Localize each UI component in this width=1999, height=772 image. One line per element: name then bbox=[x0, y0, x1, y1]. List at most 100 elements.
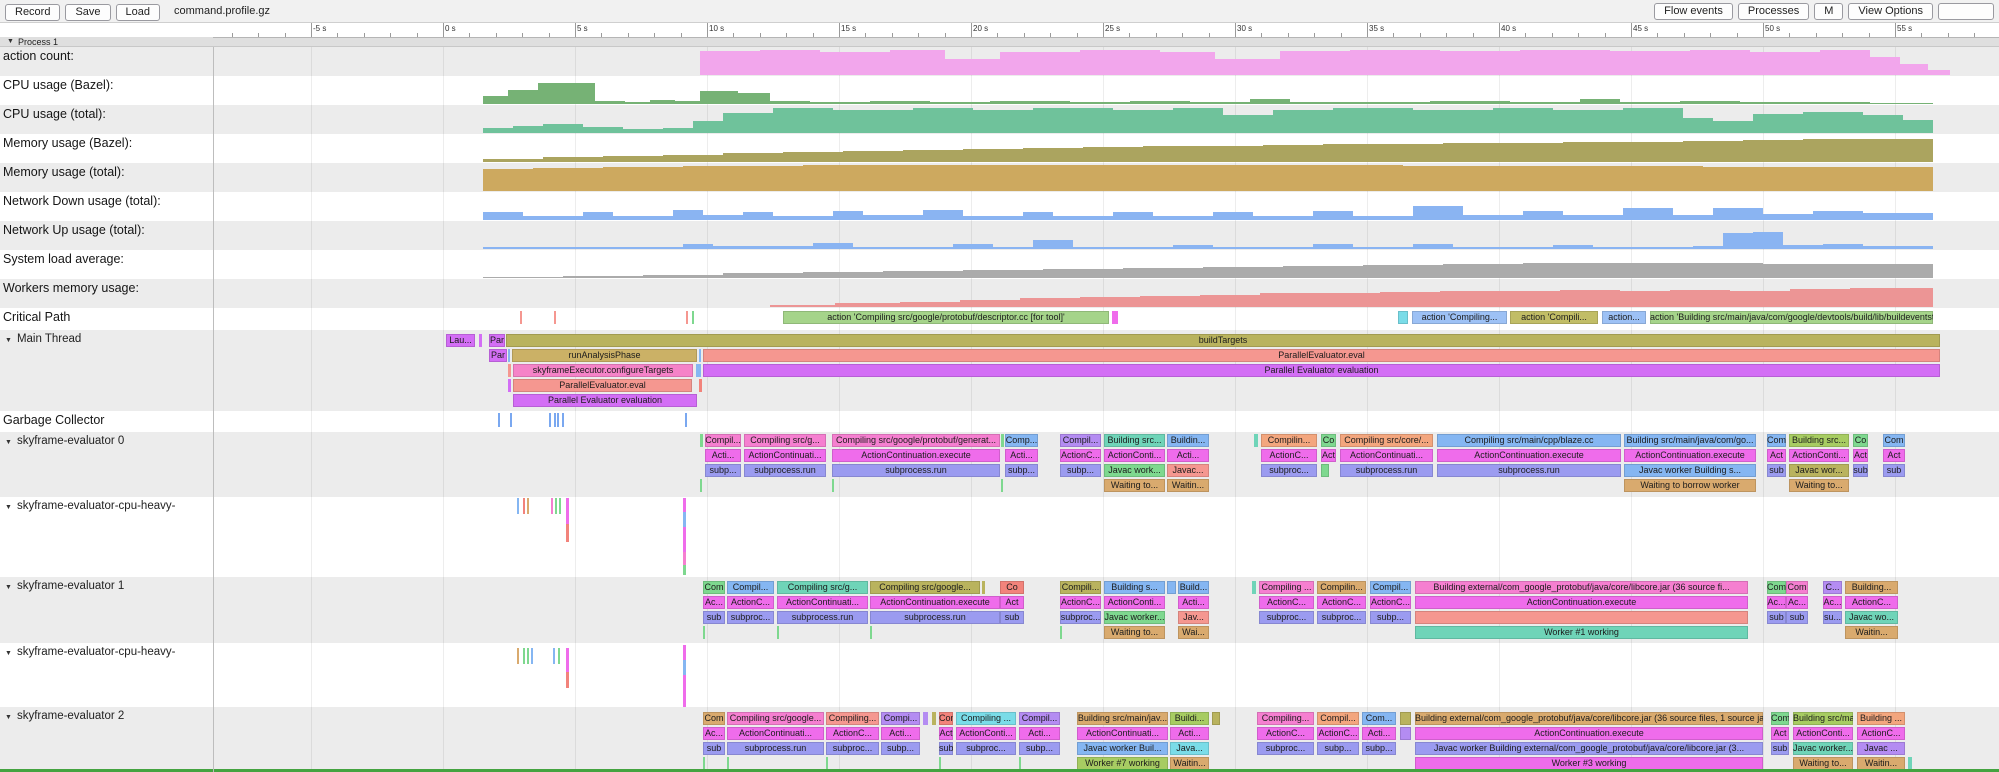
timeline-bar[interactable]: subp... bbox=[705, 464, 741, 477]
timeline-bar[interactable]: Act bbox=[939, 727, 953, 740]
timeline-bar[interactable] bbox=[700, 479, 702, 492]
track-collapse-label[interactable]: ▼skyframe-evaluator 0 bbox=[5, 435, 124, 447]
timeline-bar[interactable] bbox=[508, 364, 511, 377]
event-tick[interactable] bbox=[527, 498, 529, 514]
timeline-bar[interactable]: ParallelEvaluator.eval bbox=[513, 379, 692, 392]
timeline-bar[interactable]: ActionC... bbox=[1370, 596, 1411, 609]
timeline-bar[interactable] bbox=[932, 712, 936, 725]
timeline-bar[interactable]: subp... bbox=[1005, 464, 1038, 477]
timeline-bar[interactable]: ActionC... bbox=[727, 596, 774, 609]
timeline-bar[interactable] bbox=[699, 349, 701, 362]
timeline-bar[interactable]: subproc... bbox=[1317, 611, 1366, 624]
timeline-bar[interactable] bbox=[923, 712, 928, 725]
timeline-bar[interactable] bbox=[699, 379, 702, 392]
timeline-bar[interactable] bbox=[696, 364, 701, 377]
timeline-bar[interactable]: Compilin... bbox=[1317, 581, 1366, 594]
timeline-bar[interactable]: buildTargets bbox=[506, 334, 1940, 347]
timeline-bar[interactable]: Javac... bbox=[1167, 464, 1209, 477]
event-tick[interactable] bbox=[531, 648, 533, 664]
timeline-bar[interactable] bbox=[870, 626, 872, 639]
timeline-bar[interactable] bbox=[554, 311, 556, 324]
event-tick[interactable] bbox=[683, 675, 686, 707]
timeline-bar[interactable]: Com... bbox=[1362, 712, 1396, 725]
timeline-bar[interactable]: Com bbox=[1786, 581, 1808, 594]
event-tick[interactable] bbox=[554, 413, 556, 427]
timeline-bar[interactable] bbox=[1167, 581, 1176, 594]
event-tick[interactable] bbox=[683, 565, 686, 575]
event-tick[interactable] bbox=[523, 498, 525, 514]
timeline-bar[interactable] bbox=[1254, 434, 1258, 447]
timeline-bar[interactable]: ActionC... bbox=[1259, 596, 1314, 609]
time-ruler[interactable]: -5 s0 s5 s10 s15 s20 s25 s30 s35 s40 s45… bbox=[213, 22, 1999, 38]
event-tick[interactable] bbox=[553, 648, 555, 664]
timeline-bar[interactable] bbox=[520, 311, 522, 324]
timeline-bar[interactable]: subp... bbox=[1317, 742, 1359, 755]
timeline-bar[interactable]: Co bbox=[1321, 434, 1336, 447]
timeline-bar[interactable] bbox=[1001, 434, 1004, 447]
record-button[interactable]: Record bbox=[5, 4, 60, 21]
timeline-bar[interactable]: Building... bbox=[1845, 581, 1898, 594]
timeline-bar[interactable]: Worker #1 working bbox=[1415, 626, 1748, 639]
timeline-bar[interactable]: Parallel Evaluator evaluation bbox=[513, 394, 697, 407]
timeline-bar[interactable]: Act bbox=[1883, 449, 1905, 462]
timeline-bar[interactable] bbox=[1415, 611, 1748, 624]
timeline-bar[interactable]: subproc... bbox=[1257, 742, 1314, 755]
timeline-bar[interactable]: ActionC... bbox=[826, 727, 879, 740]
timeline-bar[interactable]: Javac worker... bbox=[1104, 611, 1165, 624]
timeline-bar[interactable]: Act bbox=[1000, 596, 1024, 609]
timeline-bar[interactable]: Waiting to... bbox=[1789, 479, 1849, 492]
timeline-bar[interactable]: Par bbox=[489, 334, 505, 347]
timeline-bar[interactable]: Waitin... bbox=[1845, 626, 1898, 639]
timeline-bar[interactable]: ActionConti... bbox=[1104, 596, 1165, 609]
timeline-bar[interactable]: action 'Compili... bbox=[1510, 311, 1598, 324]
timeline-bar[interactable]: Ac... bbox=[703, 727, 725, 740]
timeline-bar[interactable]: Javac worker... bbox=[1793, 742, 1853, 755]
event-tick[interactable] bbox=[566, 672, 569, 688]
timeline-bar[interactable]: Acti... bbox=[1005, 449, 1038, 462]
timeline-bar[interactable]: Parallel Evaluator evaluation bbox=[703, 364, 1940, 377]
timeline-bar[interactable] bbox=[692, 311, 694, 324]
timeline-bar[interactable]: action 'Compiling... bbox=[1412, 311, 1507, 324]
timeline-bar[interactable]: Com bbox=[1767, 434, 1786, 447]
timeline-bar[interactable]: Compiling ... bbox=[1259, 581, 1314, 594]
timeline-bar[interactable]: ActionC... bbox=[1845, 596, 1898, 609]
timeline-bar[interactable]: ActionContinuati... bbox=[1077, 727, 1168, 740]
timeline-bar[interactable]: Javac work... bbox=[1104, 464, 1165, 477]
event-tick[interactable] bbox=[566, 648, 569, 672]
timeline-bar[interactable] bbox=[1060, 626, 1062, 639]
timeline-bar[interactable]: ActionC... bbox=[1317, 596, 1366, 609]
timeline-bar[interactable]: action 'Building src/main/java/com/googl… bbox=[1650, 311, 1933, 324]
timeline-bar[interactable]: Building ... bbox=[1857, 712, 1905, 725]
timeline-bar[interactable]: sub bbox=[1883, 464, 1905, 477]
timeline-bar[interactable]: ActionContinuati... bbox=[744, 449, 826, 462]
timeline-bar[interactable]: subprocess.run bbox=[727, 742, 824, 755]
timeline-bar[interactable]: Compil... bbox=[1019, 712, 1060, 725]
timeline-bar[interactable]: sub bbox=[939, 742, 953, 755]
view-options-button[interactable]: View Options bbox=[1848, 3, 1933, 20]
timeline-bar[interactable] bbox=[479, 334, 482, 347]
timeline-bar[interactable]: ActionContinuati... bbox=[1340, 449, 1433, 462]
timeline-bar[interactable]: ActionConti... bbox=[1789, 449, 1849, 462]
timeline-bar[interactable]: Compiling src/google... bbox=[870, 581, 980, 594]
timeline-bar[interactable]: sub bbox=[1786, 611, 1808, 624]
timeline-bar[interactable]: Com bbox=[1767, 581, 1786, 594]
timeline-bar[interactable]: ParallelEvaluator.eval bbox=[703, 349, 1940, 362]
timeline-bar[interactable]: Compiling ... bbox=[956, 712, 1016, 725]
event-tick[interactable] bbox=[562, 413, 564, 427]
timeline-bar[interactable]: Compil... bbox=[1317, 712, 1359, 725]
timeline-bar[interactable]: ActionContinuation.execute bbox=[1415, 596, 1748, 609]
timeline-bar[interactable]: Act bbox=[1321, 449, 1336, 462]
timeline-bar[interactable]: Compiling src/g... bbox=[777, 581, 868, 594]
timeline-bar[interactable]: ActionC... bbox=[1257, 727, 1314, 740]
timeline-bar[interactable]: subprocess.run bbox=[870, 611, 1000, 624]
timeline-bar[interactable]: ActionC... bbox=[1317, 727, 1359, 740]
timeline-bar[interactable] bbox=[508, 349, 510, 362]
timeline-bar[interactable]: Building src... bbox=[1104, 434, 1165, 447]
timeline-bar[interactable]: subproc... bbox=[1060, 611, 1101, 624]
timeline-bar[interactable]: Compiling src/g... bbox=[744, 434, 826, 447]
event-tick[interactable] bbox=[683, 660, 686, 675]
timeline-bar[interactable]: ActionConti... bbox=[1104, 449, 1165, 462]
timeline-bar[interactable]: Compil... bbox=[705, 434, 741, 447]
timeline-bar[interactable]: ActionContinuation.execute bbox=[832, 449, 1000, 462]
timeline-bar[interactable]: action 'Compiling src/google/protobuf/de… bbox=[783, 311, 1109, 324]
